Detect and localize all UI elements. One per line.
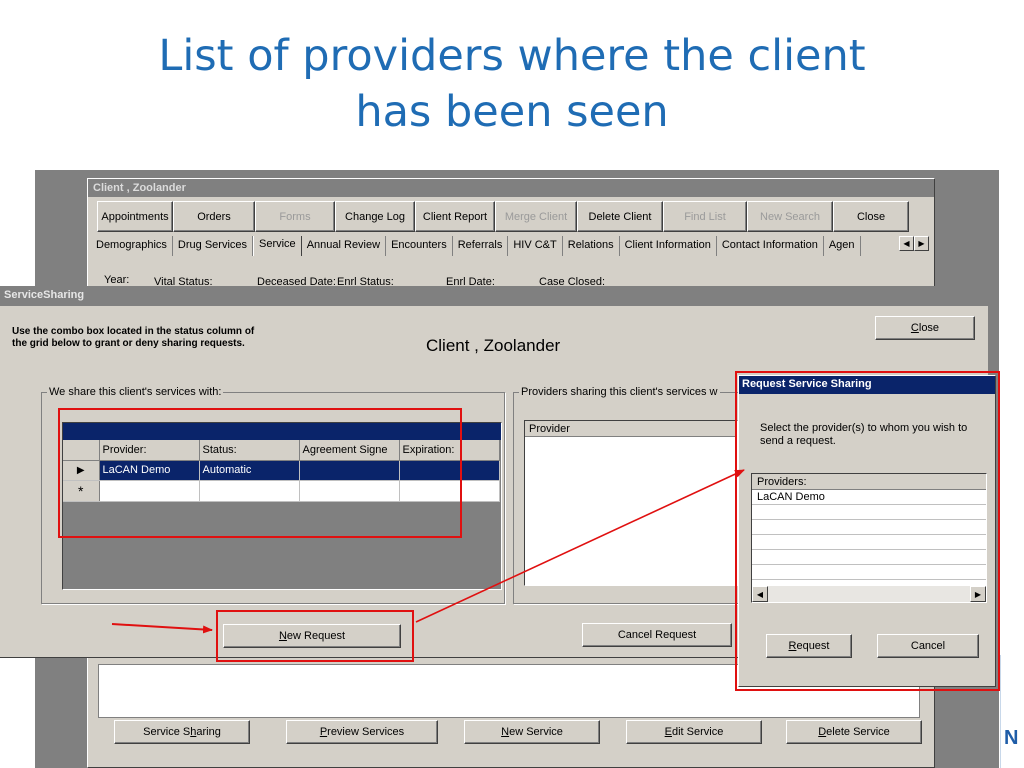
logo-letter: N <box>1004 727 1019 749</box>
pointer-arrow <box>111 623 213 634</box>
annotation-arrows <box>111 469 745 634</box>
connector-arrow <box>415 469 745 623</box>
slide-logo-fragment: N <box>1000 655 1024 768</box>
